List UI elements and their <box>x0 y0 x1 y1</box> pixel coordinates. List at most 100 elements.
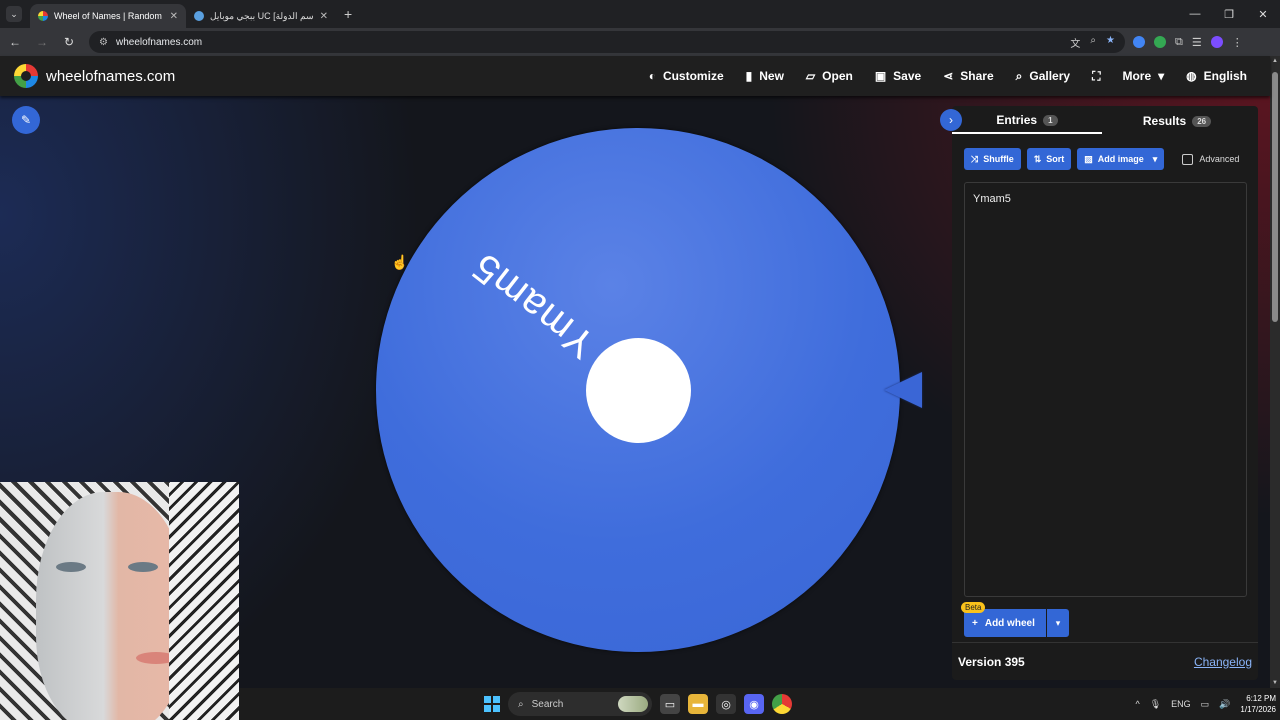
tab-results-label: Results <box>1142 114 1187 128</box>
add-wheel-button[interactable]: + Add wheel <box>964 609 1046 637</box>
window-controls: — ❐ ✕ <box>1178 0 1280 28</box>
new-tab-icon[interactable]: + <box>344 6 352 22</box>
site-brand[interactable]: wheelofnames.com <box>46 68 175 85</box>
customize-button[interactable]: ◐ Customize <box>638 69 735 83</box>
menu-label: Customize <box>662 69 724 83</box>
shuffle-button[interactable]: ⤨ Shuffle <box>964 148 1021 170</box>
extension-shield-icon[interactable] <box>1154 36 1166 48</box>
browser-toolbar: ← → ↻ ⚙ wheelofnames.com 文 ⌕ ★ ⧉ ☰ ⋮ <box>0 28 1280 56</box>
checkbox-box[interactable] <box>1182 153 1194 165</box>
puzzle-icon[interactable]: ⧉ <box>1175 36 1183 49</box>
add-image-button[interactable]: ▨ Add image ▾ <box>1077 148 1165 170</box>
omnibox-actions: 文 ⌕ ★ <box>1070 35 1125 50</box>
version-text: Version 395 <box>958 654 1025 669</box>
more-button[interactable]: More ▾ <box>1111 69 1175 83</box>
app-icon[interactable]: ◎ <box>716 694 736 714</box>
menu-label: More <box>1122 69 1152 83</box>
language-indicator[interactable]: ENG <box>1171 699 1191 709</box>
entries-actions: ⤨ Shuffle ⇅ Sort ▨ Add image ▾ Advanced <box>964 148 1258 170</box>
menu-label: Share <box>960 69 994 83</box>
webcam-overlay <box>0 482 239 720</box>
add-wheel-dropdown[interactable]: ▾ <box>1047 609 1069 637</box>
menu-label: Gallery <box>1029 69 1071 83</box>
volume-icon[interactable]: 🔊 <box>1219 699 1230 710</box>
wheel-center-hub[interactable] <box>586 338 691 443</box>
shuffle-label: Shuffle <box>983 154 1014 164</box>
extension-icon[interactable] <box>1133 36 1145 48</box>
bookmark-star-icon[interactable]: ★ <box>1106 35 1115 50</box>
logo-icon[interactable] <box>14 64 38 88</box>
beta-badge: Beta <box>961 602 986 613</box>
taskbar-search-label: Search <box>531 698 564 710</box>
collapse-panel-button[interactable]: › <box>940 109 962 131</box>
taskbar-search[interactable]: ⌕ Search <box>508 692 652 716</box>
reload-icon[interactable]: ↻ <box>57 30 81 54</box>
plus-icon: + <box>972 617 978 629</box>
chrome-icon[interactable] <box>772 694 792 714</box>
advanced-checkbox[interactable]: Advanced <box>1182 153 1239 165</box>
translate-icon[interactable]: 文 <box>1070 35 1080 50</box>
eye-shape <box>128 562 158 572</box>
tab-close-icon[interactable]: ✕ <box>320 11 328 22</box>
microphone-icon[interactable]: 🎙 <box>1150 699 1161 710</box>
app-header: wheelofnames.com ◐ Customize ▮ New ▱ Open ▣… <box>0 56 1270 96</box>
windows-start-icon[interactable] <box>484 696 500 712</box>
forward-icon[interactable]: → <box>30 30 54 54</box>
close-window-icon[interactable]: ✕ <box>1246 0 1280 28</box>
site-info-icon[interactable]: ⚙ <box>99 37 108 48</box>
palette-icon: ◐ <box>648 69 656 83</box>
restore-icon[interactable]: ❐ <box>1212 0 1246 28</box>
main-menu: ◐ Customize ▮ New ▱ Open ▣ Save ⋖ Share ⌕ Gall… <box>638 69 1258 84</box>
browser-tab-wheel[interactable]: Wheel of Names | Random nam ✕ <box>30 4 186 28</box>
display-icon[interactable]: ▭ <box>1201 699 1210 710</box>
reading-list-icon[interactable]: ☰ <box>1192 36 1202 49</box>
file-explorer-icon[interactable]: ▬ <box>688 694 708 714</box>
scrollbar-thumb[interactable] <box>1272 72 1278 322</box>
fullscreen-button[interactable]: ⛶ <box>1081 69 1111 84</box>
scroll-up-icon[interactable]: ▲ <box>1270 58 1280 64</box>
panel-tabs: Entries 1 Results 26 <box>952 108 1258 134</box>
open-button[interactable]: ▱ Open <box>795 69 864 83</box>
tray-chevron-icon[interactable]: ^ <box>1135 699 1139 709</box>
profile-avatar[interactable] <box>1210 36 1223 48</box>
search-highlight-art <box>618 696 648 712</box>
folder-open-icon: ▱ <box>805 69 816 83</box>
menu-label: Save <box>893 69 922 83</box>
shuffle-icon: ⤨ <box>971 153 979 164</box>
entries-panel: Entries 1 Results 26 ⤨ Shuffle ⇅ Sort ▨ Add… <box>952 106 1258 680</box>
sort-button[interactable]: ⇅ Sort <box>1026 148 1072 170</box>
edit-pencil-button[interactable]: ✎ <box>12 106 40 134</box>
taskbar-apps: ⌕ Search ▭ ▬ ◎ ◉ <box>484 692 792 716</box>
address-bar[interactable]: ⚙ wheelofnames.com 文 ⌕ ★ <box>89 31 1125 53</box>
tab-title: ببجي موبايل UC [اسم الدولة] | د... <box>210 10 314 21</box>
browser-tab-pubg[interactable]: ببجي موبايل UC [اسم الدولة] | د... ✕ <box>186 4 336 28</box>
search-icon: ⌕ <box>1015 68 1023 83</box>
share-button[interactable]: ⋖ Share <box>932 69 1004 83</box>
tab-close-icon[interactable]: ✕ <box>170 11 178 22</box>
chevron-down-icon: ▾ <box>1158 69 1165 83</box>
zoom-icon[interactable]: ⌕ <box>1090 35 1096 50</box>
scroll-down-icon[interactable]: ▼ <box>1270 680 1280 686</box>
back-icon[interactable]: ← <box>3 30 27 54</box>
save-button[interactable]: ▣ Save <box>864 69 932 83</box>
tab-entries[interactable]: Entries 1 <box>952 108 1102 134</box>
panel-footer: Version 395 Changelog <box>952 642 1258 680</box>
language-button[interactable]: ◍ English <box>1175 69 1258 83</box>
chevron-right-icon: › <box>949 113 953 127</box>
tab-search-button[interactable]: ⌄ <box>6 6 22 22</box>
save-icon: ▣ <box>874 69 887 83</box>
changelog-link[interactable]: Changelog <box>1194 655 1252 669</box>
discord-icon[interactable]: ◉ <box>744 694 764 714</box>
tab-results[interactable]: Results 26 <box>1102 108 1252 134</box>
file-icon: ▮ <box>745 69 753 83</box>
browser-menu-icon[interactable]: ⋮ <box>1232 36 1243 49</box>
entries-textarea[interactable]: Ymam5 <box>964 182 1247 597</box>
add-image-label: Add image <box>1097 154 1144 164</box>
gallery-button[interactable]: ⌕ Gallery <box>1005 69 1081 84</box>
page-scrollbar[interactable]: ▲ ▼ <box>1270 56 1280 688</box>
minimize-icon[interactable]: — <box>1178 0 1212 28</box>
new-button[interactable]: ▮ New <box>735 69 795 83</box>
site-favicon-icon <box>194 11 204 21</box>
task-view-icon[interactable]: ▭ <box>660 694 680 714</box>
clock[interactable]: 6:12 PM 1/17/2026 <box>1240 693 1276 715</box>
